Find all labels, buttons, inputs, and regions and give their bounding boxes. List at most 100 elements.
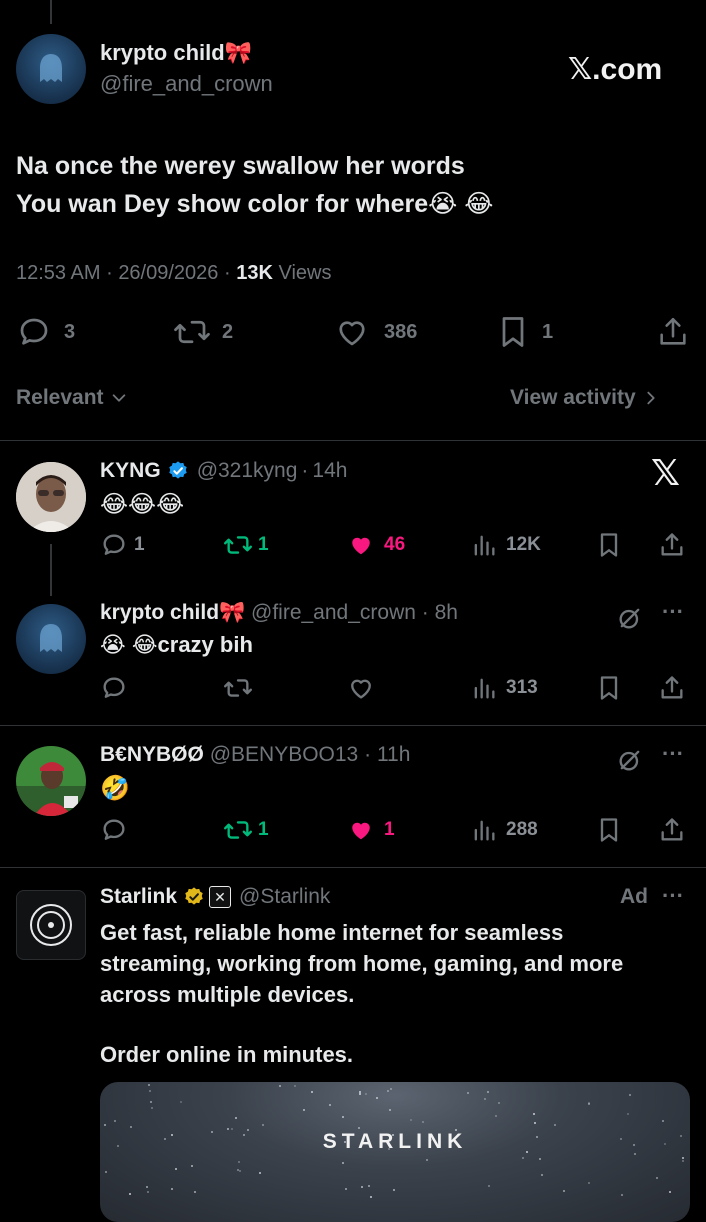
bookmark-icon [600, 676, 618, 700]
ad-label: Ad [620, 885, 648, 908]
share-button[interactable] [656, 314, 690, 350]
star-dot [345, 1187, 348, 1190]
star-dot [146, 1191, 149, 1194]
star-dot [426, 1158, 429, 1161]
handle[interactable]: @Starlink [239, 885, 330, 909]
star-dot [533, 1113, 536, 1116]
reply-icon [103, 677, 125, 698]
more-options-icon[interactable]: ··· [662, 599, 684, 625]
separator: · [421, 601, 429, 624]
more-options-icon[interactable]: ··· [662, 883, 684, 909]
like-count: 1 [384, 819, 395, 840]
share-button[interactable] [658, 674, 686, 702]
share-button[interactable] [658, 531, 686, 559]
bookmark-button[interactable] [596, 816, 622, 844]
reply-header: KYNG @321kyng · 14h [100, 459, 347, 483]
tweet-meta: 12:53 AM · 26/09/2026 · 13K Views [16, 262, 331, 285]
heart-icon [351, 679, 371, 699]
share-icon [660, 317, 686, 345]
star-dot [534, 1121, 537, 1124]
views-label: Views [278, 262, 332, 284]
avatar[interactable] [16, 34, 86, 104]
views-count: 12K [506, 534, 541, 555]
like-button[interactable]: 1 [346, 816, 395, 844]
ad-media-card[interactable]: STARLINK [100, 1082, 690, 1222]
x-com-watermark: 𝕏.com [568, 53, 663, 86]
star-dot [302, 1109, 305, 1112]
star-dot [190, 1165, 193, 1168]
star-dot [150, 1106, 153, 1109]
star-dot [129, 1192, 132, 1195]
like-button[interactable] [346, 674, 376, 702]
separator: · [223, 262, 231, 284]
share-button[interactable] [658, 816, 686, 844]
avatar[interactable] [16, 746, 86, 816]
star-dot [466, 1092, 469, 1095]
star-dot [389, 1109, 392, 1112]
timestamp[interactable]: 8h [435, 601, 458, 624]
timestamp[interactable]: 14h [312, 459, 347, 483]
timestamp[interactable]: 11h [377, 743, 410, 766]
repost-icon [224, 536, 252, 554]
tweet-text-line-1: Na once the werey swallow her words [16, 152, 465, 180]
reply-header: krypto child🎀 @fire_and_crown · 8h [100, 601, 458, 625]
avatar[interactable] [16, 604, 86, 674]
like-count: 46 [384, 534, 406, 555]
like-button[interactable]: 46 [346, 531, 405, 559]
like-button[interactable]: 386 [334, 314, 417, 350]
bookmark-button[interactable] [596, 531, 622, 559]
reply-button[interactable] [100, 674, 128, 702]
star-dot [278, 1085, 281, 1088]
ad-header: Starlink ✕ @Starlink [100, 885, 330, 909]
reply-button[interactable] [100, 816, 128, 844]
repost-button[interactable]: 2 [172, 314, 233, 350]
divider [0, 725, 706, 726]
handle[interactable]: @321kyng [197, 459, 298, 483]
more-options-icon[interactable]: ··· [662, 741, 684, 767]
views-button[interactable]: 313 [470, 674, 538, 702]
star-dot [562, 1189, 565, 1192]
star-dot [656, 1176, 659, 1179]
display-name[interactable]: krypto child🎀 [100, 601, 245, 624]
bookmark-button[interactable] [596, 674, 622, 702]
handle[interactable]: @fire_and_crown [251, 601, 416, 624]
handle[interactable]: @fire_and_crown [100, 71, 273, 97]
views-button[interactable]: 12K [470, 531, 541, 559]
star-dot [130, 1125, 133, 1128]
grok-button[interactable] [616, 746, 644, 779]
star-dot [104, 1124, 107, 1127]
heart-icon [339, 321, 365, 346]
thread-line [50, 544, 52, 596]
repost-icon [224, 679, 252, 697]
star-dot [661, 1120, 664, 1123]
star-dot [341, 1115, 344, 1118]
repost-button[interactable]: 1 [222, 816, 269, 844]
reply-button[interactable]: 1 [100, 531, 145, 559]
display-name[interactable]: KYNG [100, 459, 161, 483]
display-name[interactable]: krypto child🎀 [100, 40, 252, 66]
views-chart-icon [474, 820, 495, 841]
display-name[interactable]: B€NYBØØ [100, 743, 204, 766]
tweet-date[interactable]: 26/09/2026 [118, 262, 218, 284]
repost-button[interactable] [222, 674, 254, 702]
separator: · [106, 262, 113, 284]
bookmark-icon [600, 818, 618, 842]
star-dot [262, 1123, 265, 1126]
handle[interactable]: @BENYBOO13 [210, 743, 359, 766]
reply-icon [103, 534, 125, 555]
grok-button[interactable] [616, 604, 644, 637]
view-activity-link[interactable]: View activity [510, 386, 660, 410]
display-name[interactable]: Starlink [100, 885, 177, 909]
divider [0, 440, 706, 441]
views-button[interactable]: 288 [470, 816, 538, 844]
reply-button[interactable]: 3 [16, 314, 75, 350]
share-icon [661, 533, 683, 556]
sort-dropdown[interactable]: Relevant [16, 386, 128, 410]
sort-label: Relevant [16, 386, 104, 409]
star-dot [238, 1161, 241, 1164]
avatar[interactable] [16, 462, 86, 532]
bookmark-button[interactable]: 1 [498, 314, 553, 350]
repost-button[interactable]: 1 [222, 531, 269, 559]
tweet-time[interactable]: 12:53 AM [16, 262, 101, 284]
advertiser-avatar[interactable] [16, 890, 86, 960]
